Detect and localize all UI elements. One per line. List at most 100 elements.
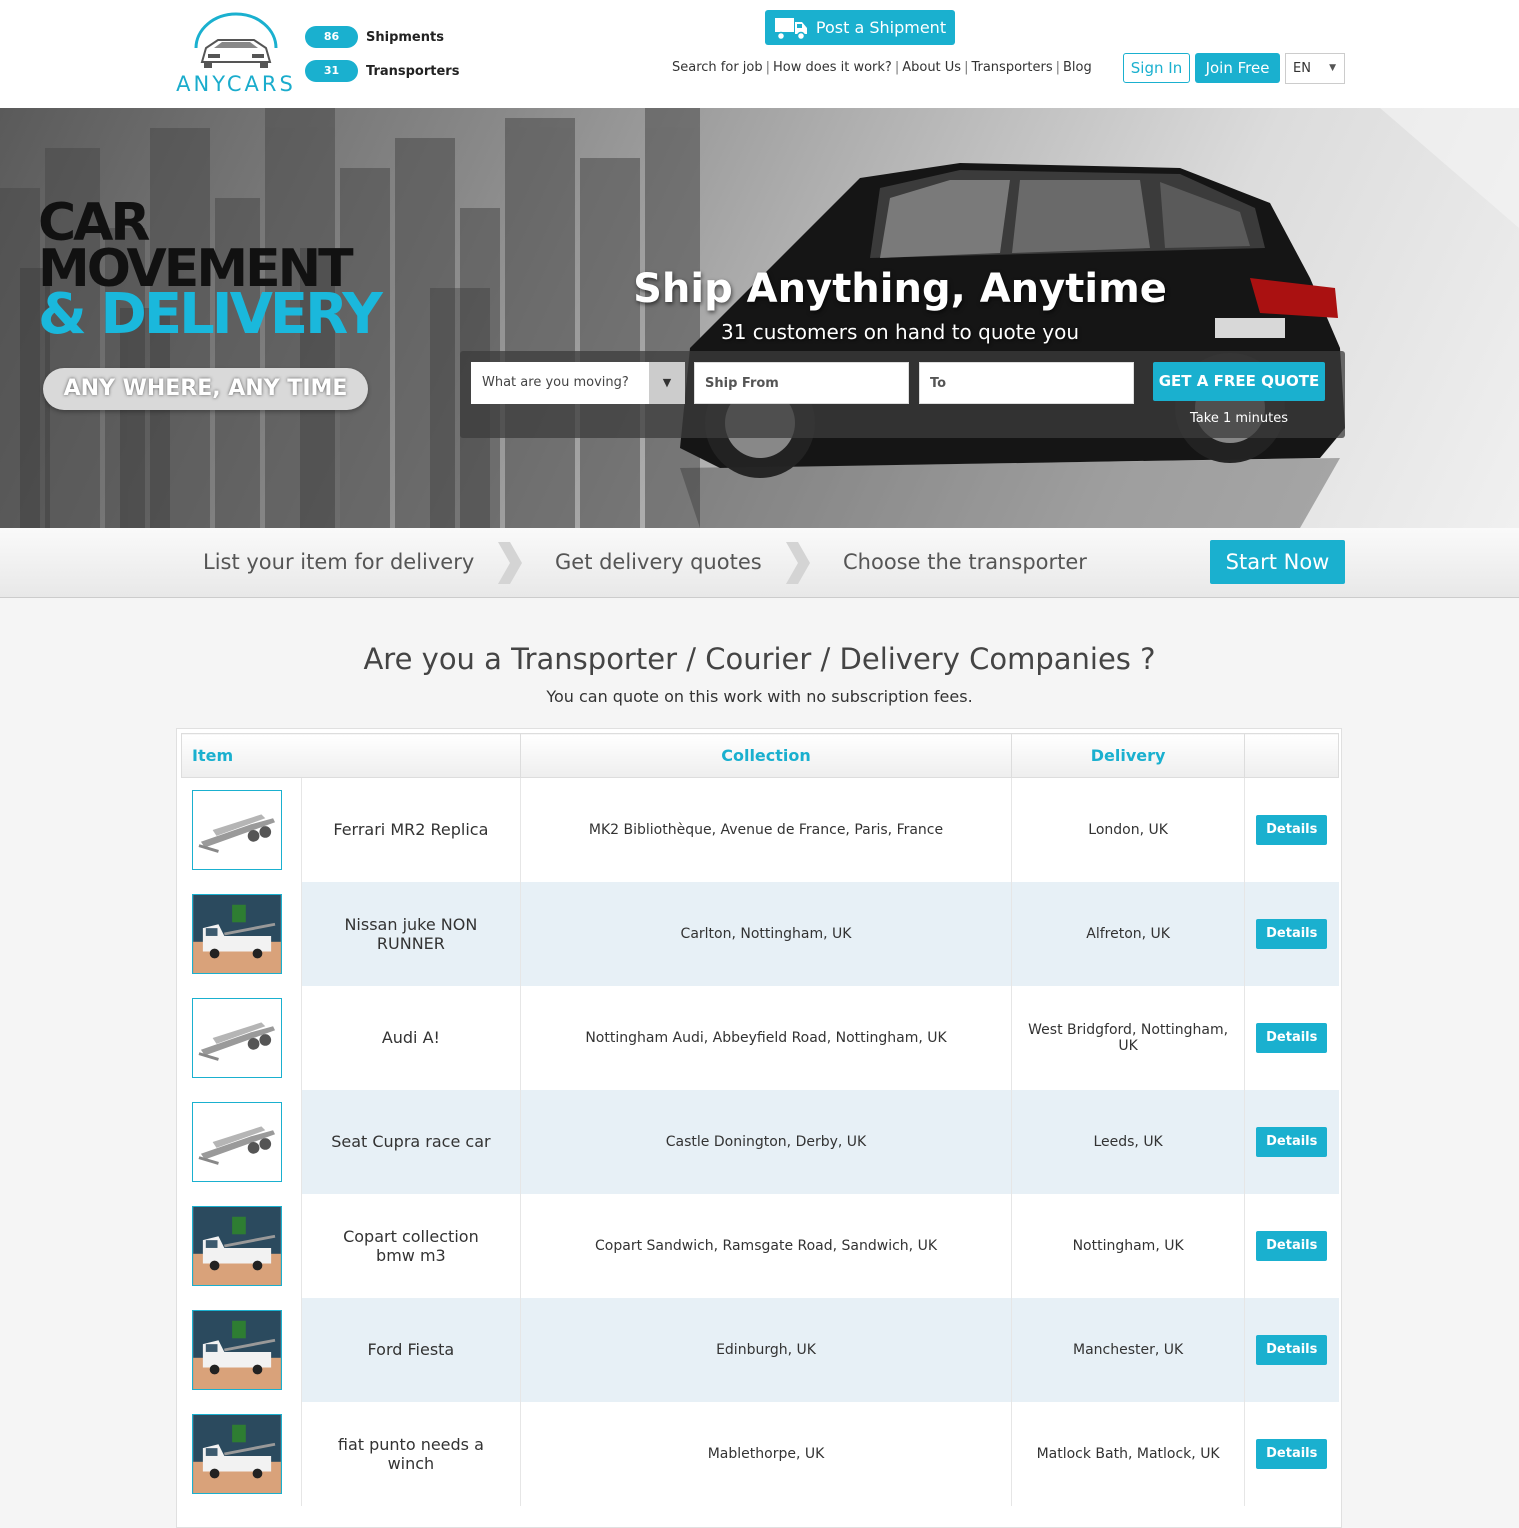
ship-to-input[interactable]: To [919,362,1134,404]
post-shipment-label: Post a Shipment [815,18,947,37]
recovery-truck-image[interactable] [191,1413,282,1494]
car-trailer-image[interactable] [191,1101,282,1182]
post-shipment-button[interactable]: Post a Shipment [765,10,955,45]
stat-transporters: 31 Transporters [305,59,459,83]
nav-about-us[interactable]: About Us [902,60,961,75]
item-type-placeholder: What are you moving? [482,375,629,390]
hero-tagline: ANY WHERE, ANY TIME [43,368,368,410]
jobs-table-container: Item Collection Delivery Ferrari MR2 Rep… [176,728,1342,1528]
steps-bar: List your item for delivery Get delivery… [0,528,1519,598]
nav-blog[interactable]: Blog [1063,60,1092,75]
collection-location: Castle Donington, Derby, UK [520,1089,1013,1194]
shipments-label: Shipments [366,29,444,45]
table-row[interactable]: Nissan juke NON RUNNER Carlton, Nottingh… [181,881,1339,986]
nav-transporters[interactable]: Transporters [971,60,1052,75]
delivery-location: Matlock Bath, Matlock, UK [1011,1401,1246,1506]
hero-title: Ship Anything, Anytime [633,266,1167,312]
car-trailer-image[interactable] [191,789,282,870]
delivery-location: West Bridgford, Nottingham, UK [1011,985,1246,1090]
quote-time-note: Take 1 minutes [1190,411,1288,426]
action-cell: Details [1244,1297,1339,1402]
recovery-truck-image[interactable] [191,893,282,974]
table-row[interactable]: Ford Fiesta Edinburgh, UK Manchester, UK… [181,1297,1339,1402]
table-header-row: Item Collection Delivery [181,733,1339,778]
table-row[interactable]: fiat punto needs a winch Mablethorpe, UK… [181,1401,1339,1506]
details-button[interactable]: Details [1256,1230,1328,1261]
collection-location: Edinburgh, UK [520,1297,1013,1402]
collection-location: Mablethorpe, UK [520,1401,1013,1506]
action-cell: Details [1245,778,1339,882]
step-list-item: List your item for delivery [203,550,475,574]
details-button[interactable]: Details [1256,1438,1328,1469]
car-trailer-image[interactable] [191,997,282,1078]
stat-shipments: 86 Shipments [305,25,459,49]
table-row[interactable]: Audi A! Nottingham Audi, Abbeyfield Road… [181,985,1339,1090]
get-free-quote-button[interactable]: GET A FREE QUOTE [1153,362,1325,401]
item-image-cell [181,1089,302,1194]
details-button[interactable]: Details [1256,1334,1328,1365]
item-name: Nissan juke NON RUNNER [301,881,521,986]
action-cell: Details [1245,1402,1339,1506]
start-now-button[interactable]: Start Now [1210,540,1345,584]
headline-line-3: & DELIVERY [38,282,383,347]
details-button[interactable]: Details [1256,814,1328,845]
recovery-truck-image[interactable] [191,1309,282,1390]
details-button[interactable]: Details [1256,918,1328,949]
item-column-header: Item [181,733,521,778]
item-image-cell [181,777,302,882]
transporters-count-badge: 31 [305,60,358,82]
language-select[interactable]: EN ▼ [1285,53,1345,84]
step-get-quotes: Get delivery quotes [555,550,762,574]
hero-headline: CAR MOVEMENT & DELIVERY [38,197,383,347]
delivery-location: Leeds, UK [1011,1089,1246,1194]
table-row[interactable]: Seat Cupra race car Castle Donington, De… [181,1089,1339,1194]
car-logo-icon [194,12,278,68]
action-cell: Details [1244,881,1339,986]
item-image-cell [181,1297,302,1402]
ship-from-input[interactable]: Ship From [694,362,909,404]
brand-name: ANYCARS [176,72,296,96]
brand-logo[interactable]: ANYCARS [174,8,298,100]
chevron-right-icon [786,542,810,584]
delivery-location: Alfreton, UK [1011,881,1246,986]
action-cell: Details [1245,986,1339,1090]
item-image-cell [181,985,302,1090]
item-name: Audi A! [301,985,521,1090]
nav-how-it-works[interactable]: How does it work? [773,60,892,75]
delivery-location: Nottingham, UK [1011,1193,1246,1298]
transporters-label: Transporters [366,63,460,79]
chevron-down-icon: ▼ [649,362,685,404]
collection-location: MK2 Bibliothèque, Avenue de France, Pari… [520,777,1013,882]
details-button[interactable]: Details [1256,1126,1328,1157]
language-value: EN [1293,61,1311,76]
collection-location: Carlton, Nottingham, UK [520,881,1013,986]
action-cell: Details [1245,1194,1339,1298]
join-free-button[interactable]: Join Free [1195,53,1280,83]
table-row[interactable]: Copart collection bmw m3 Copart Sandwich… [181,1193,1339,1298]
chevron-right-icon [498,542,522,584]
table-row[interactable]: Ferrari MR2 Replica MK2 Bibliothèque, Av… [181,777,1339,882]
sign-in-button[interactable]: Sign In [1123,53,1190,83]
truck-icon [774,17,807,40]
item-type-select[interactable]: What are you moving? ▼ [471,362,685,404]
jobs-table: Item Collection Delivery Ferrari MR2 Rep… [181,733,1339,1506]
details-button[interactable]: Details [1256,1022,1328,1053]
item-name: Copart collection bmw m3 [301,1193,521,1298]
collection-location: Copart Sandwich, Ramsgate Road, Sandwich… [520,1193,1013,1298]
hero-subtitle: 31 customers on hand to quote you [721,320,1079,344]
collection-location: Nottingham Audi, Abbeyfield Road, Nottin… [520,985,1013,1090]
item-image-cell [181,1401,302,1506]
nav-search-for-job[interactable]: Search for job [672,60,763,75]
delivery-column-header: Delivery [1011,733,1246,778]
site-stats: 86 Shipments 31 Transporters [305,25,459,93]
section-title: Are you a Transporter / Courier / Delive… [363,642,1156,676]
recovery-truck-image[interactable] [191,1205,282,1286]
collection-column-header: Collection [519,733,1013,778]
item-name: Seat Cupra race car [301,1089,521,1194]
site-header: ANYCARS 86 Shipments 31 Transporters Pos… [0,0,1519,108]
item-name: fiat punto needs a winch [301,1401,521,1506]
action-cell: Details [1244,1089,1339,1194]
item-image-cell [181,881,302,986]
hero-banner: CAR MOVEMENT & DELIVERY ANY WHERE, ANY T… [0,108,1519,528]
quote-form: What are you moving? ▼ Ship From To GET … [460,351,1345,438]
